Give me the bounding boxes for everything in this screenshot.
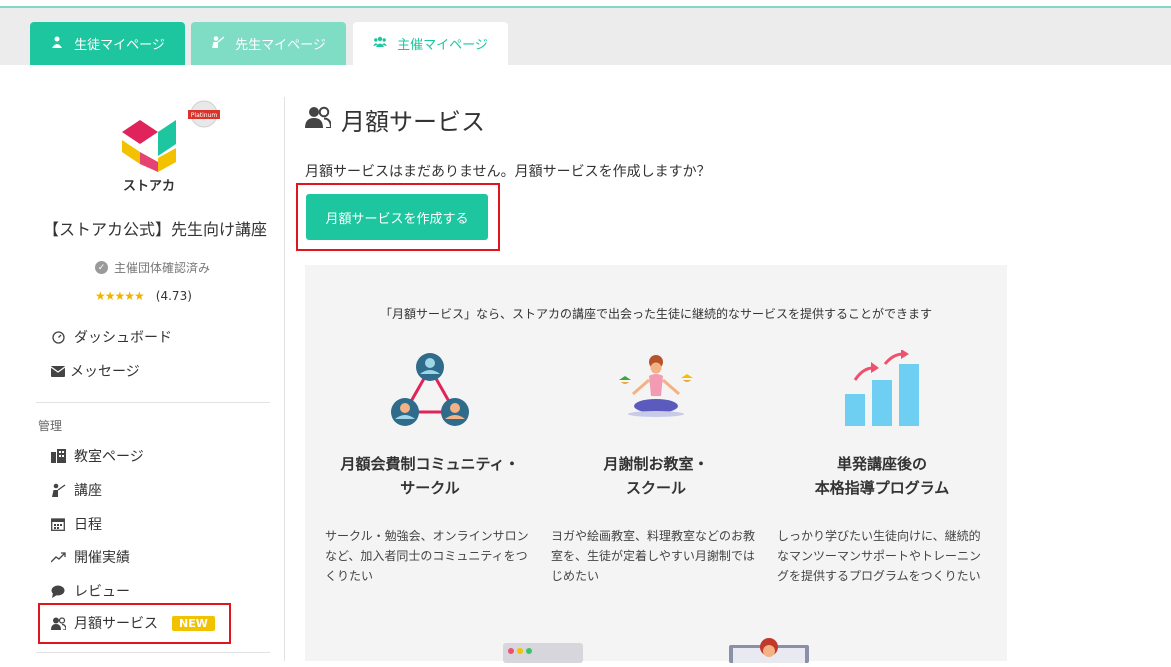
page-title: 月額サービス: [305, 102, 485, 137]
teacher-icon: [50, 482, 66, 498]
tab-label: 先生マイページ: [235, 38, 326, 53]
building-icon: [50, 448, 66, 464]
feature-description: ヨガや絵画教室、料理教室などのお教室を、生徒が定着しやすい月謝制ではじめたい: [551, 529, 756, 583]
feature-title: 単発講座後の 本格指導プログラム: [814, 455, 950, 497]
school-name[interactable]: 【ストアカ公式】先生向け講座: [30, 216, 280, 240]
section-title-manage: 管理: [38, 419, 63, 433]
verified-label: 主催団体確認済み: [114, 261, 211, 275]
tab-teacher-mypage[interactable]: 先生マイページ: [191, 22, 346, 65]
sidebar-item-classroom-page[interactable]: 教室ページ: [50, 446, 144, 466]
sidebar-separator-bottom: [36, 652, 270, 653]
feature-title: 月謝制お教室・ スクール: [603, 455, 709, 497]
sidebar-item-dashboard[interactable]: ダッシュボード: [50, 327, 172, 347]
svg-text:ストアカ: ストアカ: [123, 179, 175, 194]
sidebar-item-label: ダッシュボード: [74, 330, 172, 346]
tab-student-mypage[interactable]: 生徒マイページ: [30, 22, 185, 65]
tab-label: 生徒マイページ: [74, 38, 165, 53]
sidebar-item-label: メッセージ: [70, 364, 140, 380]
speech-bubble-icon: [50, 583, 66, 599]
sidebar-item-label: 開催実績: [74, 550, 130, 566]
sidebar-item-messages[interactable]: メッセージ: [50, 361, 140, 381]
growth-bar-chart-icon: [777, 350, 987, 432]
tab-label: 主催マイページ: [397, 38, 488, 53]
group-icon: [373, 35, 388, 53]
school-logo: Platinum ストアカ: [112, 100, 222, 198]
teacher-icon: [211, 35, 225, 53]
sidebar-item-results[interactable]: 開催実績: [50, 547, 130, 567]
browser-window-icon: [503, 643, 583, 667]
platinum-badge-icon: Platinum: [188, 100, 220, 128]
empty-message: 月額サービスはまだありません。月額サービスを作成しますか？: [305, 164, 711, 180]
calendar-icon: [50, 516, 66, 532]
feature-title: 月額会費制コミュニティ・ サークル: [340, 455, 520, 497]
sidebar-item-reviews[interactable]: レビュー: [50, 581, 130, 601]
page-title-text: 月額サービス: [341, 108, 485, 136]
verified-status: ✓ 主催団体確認済み: [95, 259, 210, 276]
sidebar-item-label: 教室ページ: [74, 449, 144, 465]
feature-description: サークル・勉強会、オンラインサロンなど、加入者同士のコミュニティをつくりたい: [325, 529, 529, 583]
sidebar-separator: [36, 402, 270, 403]
info-panel: 「月額サービス」なら、ストアカの講座で出会った生徒に継続的なサービスを提供するこ…: [305, 265, 1007, 663]
check-circle-icon: ✓: [95, 261, 108, 274]
mypage-tabbar: 生徒マイページ 先生マイページ 主催マイページ: [0, 8, 1171, 65]
rating-value: (4.73): [155, 289, 192, 303]
sidebar-item-courses[interactable]: 講座: [50, 480, 102, 500]
highlight-box-sidebar: [38, 603, 231, 644]
star-rating-icon: ★★★★★: [95, 289, 145, 303]
sidebar-divider: [284, 97, 285, 661]
feature-description: しっかり学びたい生徒向けに、継続的なマンツーマンサポートやトレーニングを提供する…: [777, 529, 982, 583]
feature-school: 月謝制お教室・ スクール ヨガや絵画教室、料理教室などのお教室を、生徒が定着しや…: [551, 350, 761, 586]
highlight-box-button: [296, 183, 500, 251]
trend-up-icon: [50, 549, 66, 565]
dashboard-icon: [50, 329, 66, 345]
users-icon: [305, 106, 333, 134]
info-lead-text: 「月額サービス」なら、ストアカの講座で出会った生徒に継続的なサービスを提供するこ…: [379, 307, 932, 321]
envelope-icon: [50, 363, 66, 379]
tab-host-mypage[interactable]: 主催マイページ: [353, 22, 508, 65]
community-network-icon: [325, 350, 535, 432]
yoga-person-icon: [551, 350, 761, 432]
feature-program: 単発講座後の 本格指導プログラム しっかり学びたい生徒向けに、継続的なマンツーマ…: [777, 350, 987, 586]
student-icon: [50, 35, 64, 53]
svg-text:Platinum: Platinum: [191, 112, 218, 119]
sidebar-item-schedule[interactable]: 日程: [50, 514, 102, 534]
feature-community: 月額会費制コミュニティ・ サークル サークル・勉強会、オンラインサロンなど、加入…: [325, 350, 535, 586]
sidebar-item-label: レビュー: [74, 584, 130, 600]
rating: ★★★★★ (4.73): [95, 289, 192, 303]
video-call-icon: [729, 637, 809, 667]
sidebar-item-label: 日程: [74, 517, 102, 533]
sidebar-item-label: 講座: [74, 483, 102, 499]
